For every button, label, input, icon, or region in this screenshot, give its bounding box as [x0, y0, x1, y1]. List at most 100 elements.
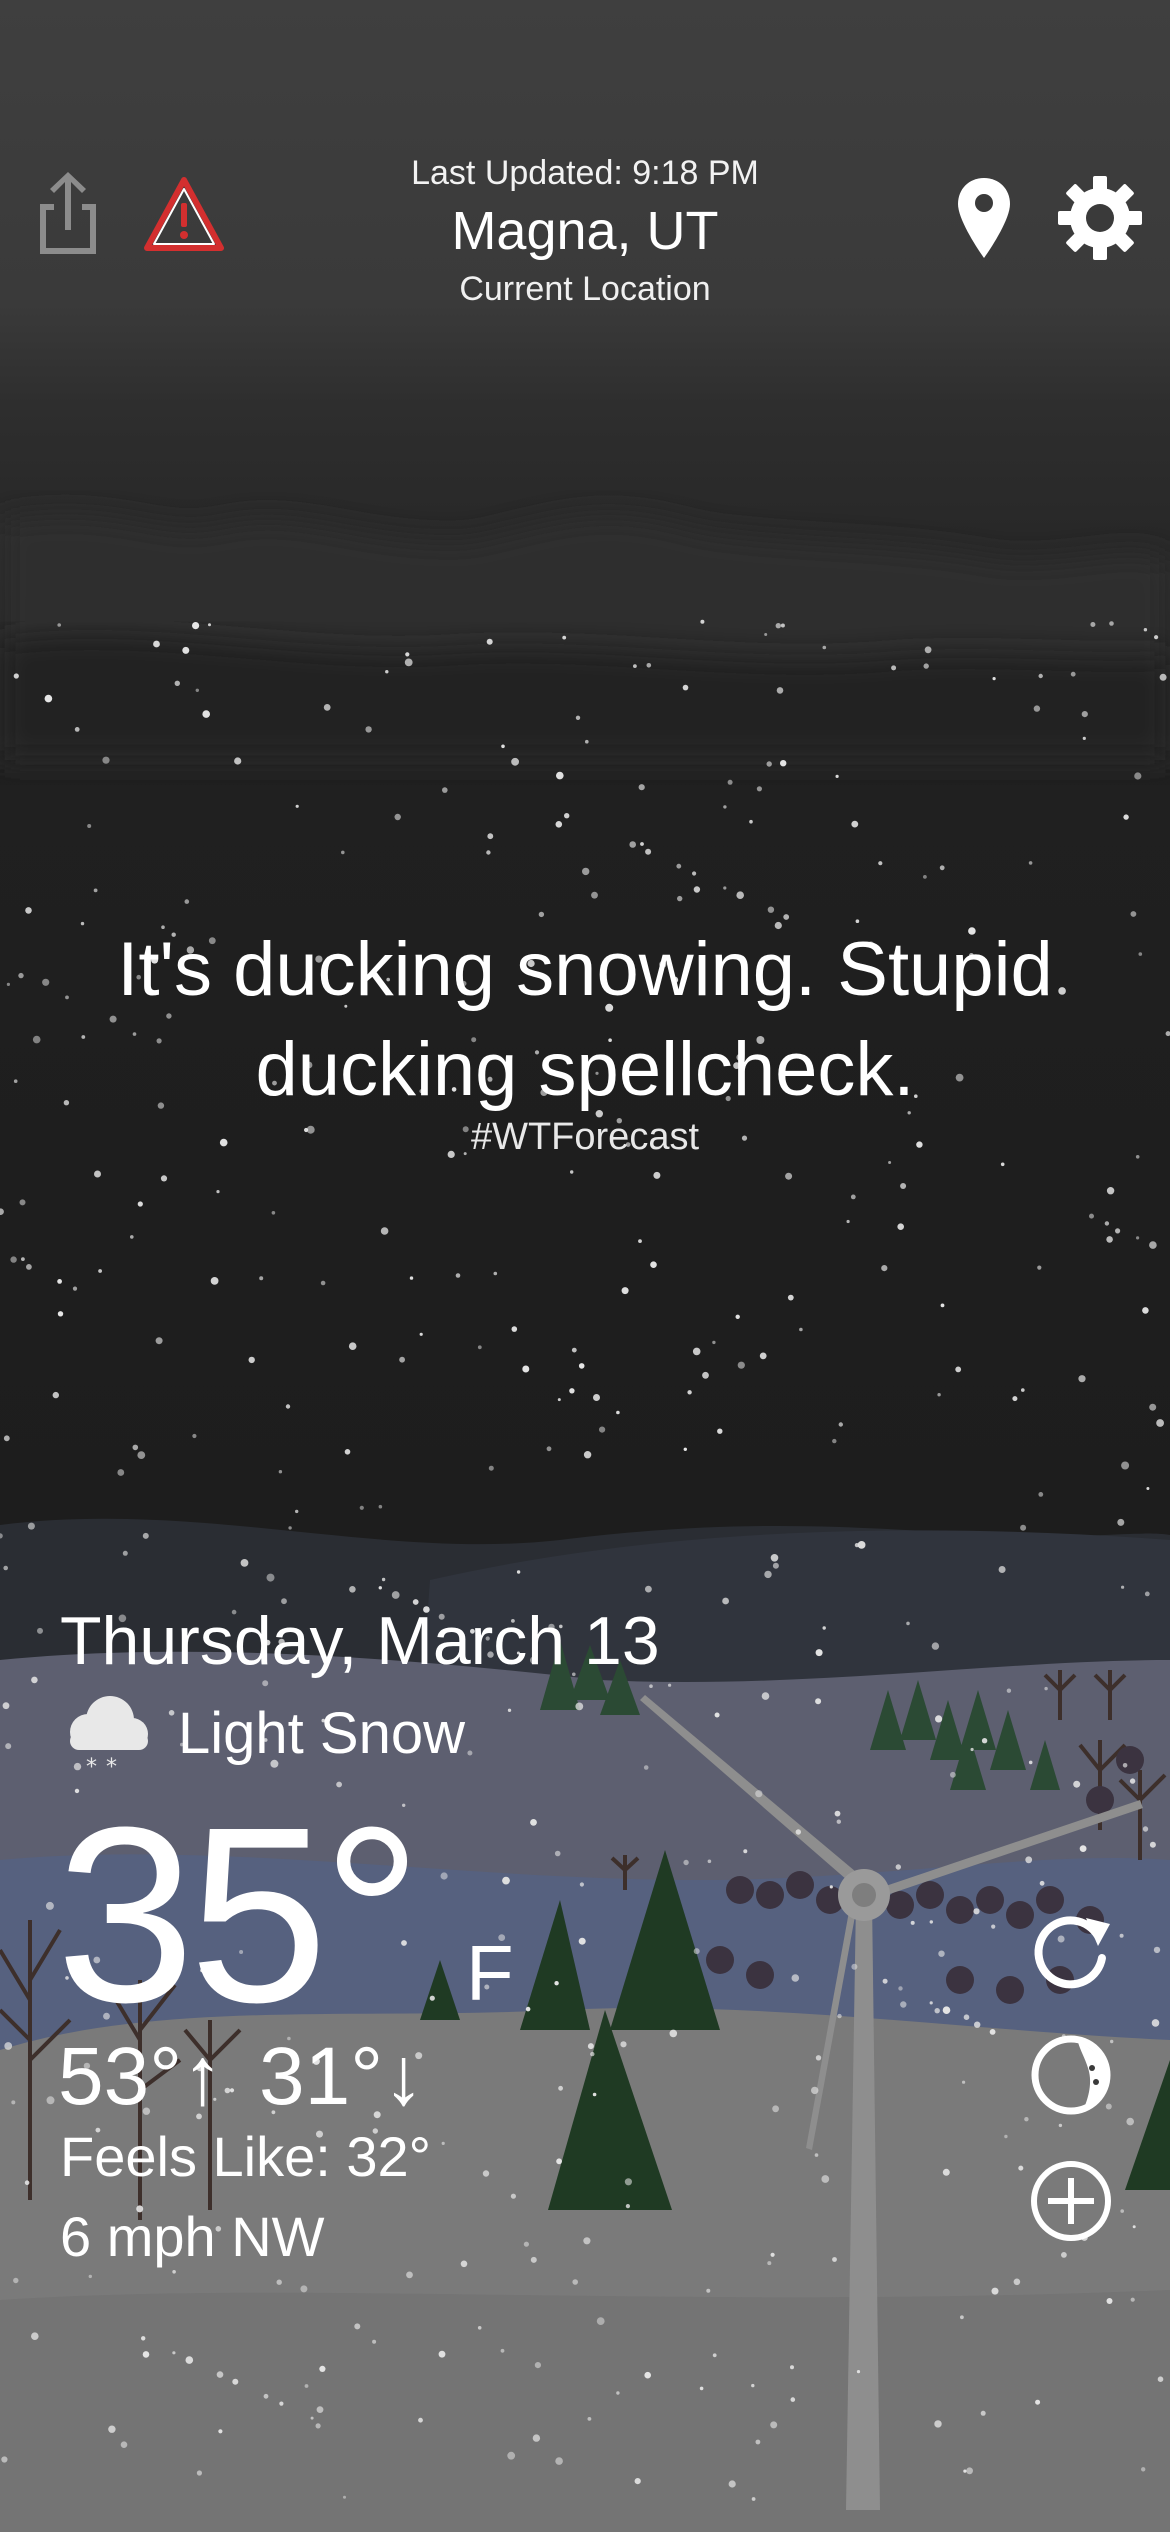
- snowflake: [851, 820, 859, 828]
- snowflake: [1144, 1591, 1150, 1597]
- snowflake: [1136, 1236, 1140, 1240]
- snowflake: [117, 1469, 125, 1476]
- snowflake: [1, 2456, 8, 2463]
- snowflake: [482, 2170, 490, 2177]
- snowflake: [501, 744, 505, 749]
- snowflake: [938, 1950, 945, 1957]
- snowflake: [558, 2085, 563, 2091]
- location-pin-icon[interactable]: [956, 176, 1012, 260]
- snowflake: [785, 1172, 793, 1180]
- snowflake: [650, 1261, 657, 1268]
- snowflake: [300, 2285, 308, 2293]
- high-low-temperatures: 53°↑ 31°↓: [58, 2030, 424, 2124]
- snowflake: [477, 1345, 482, 1350]
- high-temperature: 53°: [58, 2031, 183, 2122]
- snowflake: [507, 1708, 512, 1713]
- snowflake: [1039, 1880, 1045, 1886]
- snowflake: [1142, 1826, 1149, 1832]
- snowflake: [348, 1342, 357, 1350]
- forecast-headline: It's ducking snowing. Stupid ducking spe…: [117, 927, 1053, 1112]
- snowflake: [1079, 1845, 1087, 1852]
- snowflake: [572, 2279, 578, 2285]
- snowflake: [693, 1948, 700, 1955]
- snowflake: [629, 841, 636, 848]
- snowflake: [525, 2006, 531, 2012]
- snowflake: [1035, 2399, 1041, 2405]
- snowflake: [764, 633, 768, 636]
- snowflake: [981, 1738, 988, 1744]
- snowflake: [530, 1819, 537, 1826]
- snowflake: [192, 622, 200, 630]
- snowflake: [365, 726, 372, 733]
- snowflake: [764, 1570, 772, 1579]
- snowflake: [538, 911, 545, 918]
- snowflake: [98, 1269, 102, 1273]
- snowflake: [751, 2383, 755, 2388]
- temperature-unit[interactable]: F: [466, 1928, 514, 2019]
- snowflake: [523, 2241, 530, 2247]
- snowflake: [122, 1550, 128, 1556]
- snowflake: [846, 1219, 850, 1224]
- snowflake: [755, 2439, 761, 2445]
- snowflake: [585, 739, 589, 744]
- snowflake: [593, 1394, 600, 1401]
- snowflake: [743, 1849, 748, 1854]
- snowflake: [815, 1649, 823, 1657]
- snowflake: [787, 1294, 794, 1301]
- snowflake: [3, 1435, 10, 1442]
- snowflake: [522, 1365, 530, 1373]
- snowflake: [579, 1882, 585, 1887]
- snowflake: [878, 861, 883, 866]
- snowflake: [1130, 911, 1137, 917]
- snowflake: [278, 1470, 283, 1474]
- snowflake: [182, 646, 190, 654]
- snowflake: [799, 1327, 803, 1332]
- snowflake: [1157, 2376, 1164, 2382]
- snowflake: [354, 2323, 361, 2330]
- snowflake: [493, 1271, 498, 1276]
- snowflake: [1070, 671, 1076, 677]
- snow-cloud-icon: * *: [70, 1696, 148, 1776]
- snowflake: [1058, 2123, 1063, 2128]
- snowflake: [775, 623, 781, 629]
- snowflake: [692, 1347, 701, 1356]
- gear-icon[interactable]: [1058, 176, 1142, 260]
- snowflake: [578, 1363, 585, 1369]
- snowflake: [906, 1621, 910, 1626]
- add-icon[interactable]: [1028, 2158, 1114, 2244]
- snowflake: [1156, 1419, 1164, 1427]
- snowflake: [320, 1280, 326, 1286]
- snowflake: [1159, 673, 1167, 681]
- snowflake: [910, 1920, 915, 1925]
- snowflake: [699, 2386, 704, 2391]
- snowflake: [759, 1352, 767, 1360]
- snowflake: [488, 1465, 494, 1471]
- snowflake: [1033, 705, 1041, 712]
- wind-speed: 6 mph NW: [60, 2205, 325, 2268]
- snowflake: [455, 1273, 461, 1278]
- snowflake: [722, 1597, 729, 1605]
- snowflake: [712, 1340, 716, 1345]
- snowflake: [751, 2497, 756, 2501]
- snowflake: [1153, 1946, 1161, 1954]
- snowflake: [394, 813, 401, 821]
- snowflake: [530, 2256, 537, 2263]
- forecast-date: Thursday, March 13: [60, 1603, 660, 1679]
- snowflake: [942, 2168, 950, 2176]
- snowflake: [728, 2480, 736, 2488]
- snowflake: [815, 1698, 822, 1705]
- snowflake: [13, 673, 19, 679]
- snowflake: [13, 2277, 19, 2284]
- low-temperature: 31°: [259, 2031, 384, 2122]
- snowflake: [315, 2423, 321, 2429]
- snowflake: [717, 1428, 723, 1434]
- refresh-icon[interactable]: [1028, 1906, 1114, 1992]
- radar-icon[interactable]: [1028, 2032, 1114, 2118]
- snowflake: [323, 704, 331, 711]
- snowflake: [822, 645, 827, 650]
- snowflake: [950, 1771, 956, 1778]
- snowflake: [737, 1361, 745, 1369]
- snowflake: [1013, 2278, 1021, 2286]
- snowflake: [966, 2467, 973, 2475]
- snowflake: [939, 865, 945, 871]
